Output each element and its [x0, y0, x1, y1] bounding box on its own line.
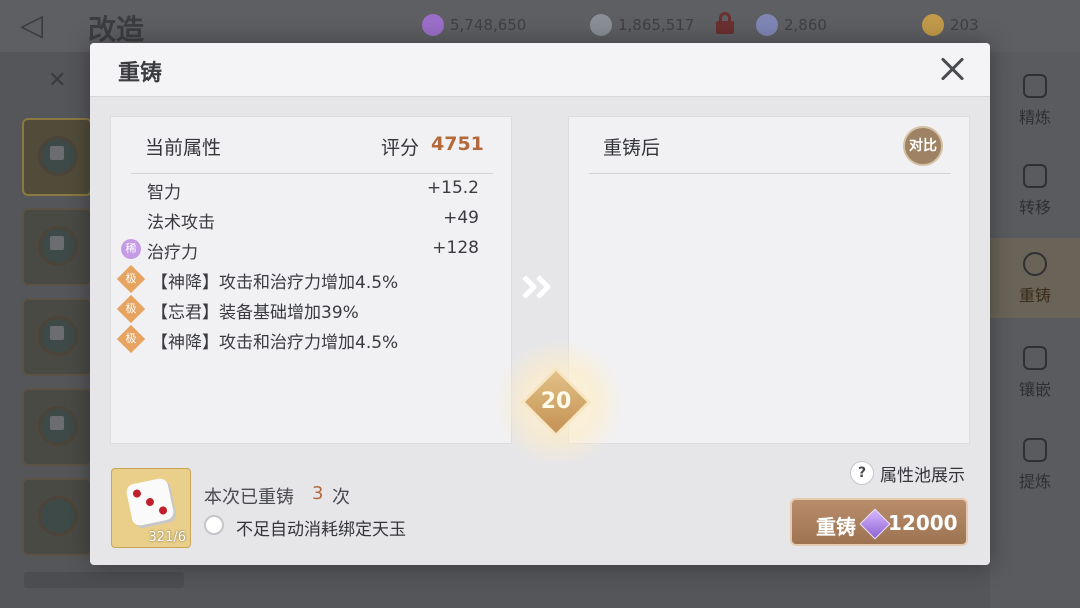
resource-value: 203 [950, 16, 979, 34]
dice-item[interactable]: 321/6 [111, 468, 191, 548]
level-number: 20 [540, 389, 572, 414]
special-attribute-row: 极 【忘君】装备基础增加39% [111, 294, 513, 324]
lock-icon [50, 236, 64, 250]
current-attributes-panel: 当前属性 评分 4751 智力 +15.2 法术攻击 +49 稀 治疗力 +12… [110, 116, 512, 444]
equipment-icon [38, 496, 78, 536]
attribute-row: 稀 治疗力 +128 [111, 234, 513, 264]
gem-icon [756, 14, 778, 36]
resource-value: 2,860 [784, 16, 827, 34]
tab-transfer[interactable]: 转移 [990, 150, 1080, 230]
page-title: 改造 [88, 13, 145, 46]
lock-icon [50, 326, 64, 340]
attribute-value: +49 [443, 208, 479, 228]
refine-icon [1023, 74, 1047, 98]
reforge-cost: 12000 [888, 511, 958, 535]
after-reforge-panel: 重铸后 对比 [568, 116, 970, 444]
tab-label: 转移 [1018, 198, 1051, 217]
tab-label: 提炼 [1018, 472, 1051, 491]
silver-coin-icon [590, 14, 612, 36]
tab-reforge[interactable]: 重铸 [990, 238, 1080, 318]
tab-label: 镶嵌 [1018, 380, 1051, 399]
transfer-icon [1023, 164, 1047, 188]
equipment-slot[interactable] [22, 208, 92, 286]
extract-icon [1023, 438, 1047, 462]
side-tab-bar: 精炼 转移 重铸 镶嵌 提炼 [990, 52, 1080, 608]
tab-label: 重铸 [1018, 286, 1051, 305]
attribute-row: 智力 +15.2 [111, 174, 513, 204]
dice-count: 321/6 [148, 530, 186, 545]
gold-coin-icon [922, 14, 944, 36]
reforge-count: 3 [312, 483, 324, 504]
special-attribute-text: 【神降】攻击和治疗力增加4.5% [151, 333, 399, 353]
lock-icon [50, 416, 64, 430]
lock-icon [50, 146, 64, 160]
attribute-pool-link[interactable]: 属性池展示 [880, 461, 965, 486]
jade-currency-icon [859, 508, 891, 540]
inlay-icon [1023, 346, 1047, 370]
close-icon[interactable] [938, 55, 966, 83]
back-icon[interactable]: ◁ [20, 10, 64, 42]
badge-text: 极 [125, 332, 137, 345]
reforge-dialog: 重铸 当前属性 评分 4751 智力 +15.2 法术攻击 +49 稀 治疗力 … [90, 43, 990, 565]
dice-icon [125, 477, 175, 527]
resource-value: 1,865,517 [618, 16, 695, 34]
badge-text: 极 [125, 302, 137, 315]
special-attribute-row: 极 【神降】攻击和治疗力增加4.5% [111, 264, 513, 294]
reforge-icon [1023, 252, 1047, 276]
divider [589, 173, 951, 174]
reforge-button[interactable]: 重铸 12000 [790, 498, 968, 546]
reforge-button-label: 重铸 [816, 515, 856, 539]
tab-label: 精炼 [1018, 108, 1051, 127]
attribute-row: 法术攻击 +49 [111, 204, 513, 234]
reforge-count-unit: 次 [332, 487, 350, 508]
help-icon[interactable]: ? [850, 461, 874, 485]
extreme-badge-icon: 极 [116, 294, 146, 324]
tab-extract[interactable]: 提炼 [990, 424, 1080, 504]
reforge-count-label: 本次已重铸 [204, 487, 294, 508]
panel-title: 当前属性 [145, 137, 222, 159]
resource-gold: 203 [922, 14, 979, 36]
auto-consume-label[interactable]: 不足自动消耗绑定天玉 [236, 515, 406, 540]
equipment-slot[interactable] [22, 478, 92, 556]
compare-button[interactable]: 对比 [903, 126, 943, 166]
auto-consume-checkbox[interactable] [204, 515, 224, 535]
extreme-badge-icon: 极 [116, 264, 146, 294]
panel-title: 重铸后 [603, 137, 661, 159]
attribute-name: 法术攻击 [147, 213, 215, 233]
special-attribute-text: 【忘君】装备基础增加39% [151, 303, 359, 323]
special-attribute-row: 极 【神降】攻击和治疗力增加4.5% [111, 324, 513, 354]
lock-icon [716, 12, 734, 34]
score-label: 评分 [381, 137, 420, 159]
attribute-name: 智力 [147, 183, 181, 203]
close-icon[interactable]: ✕ [48, 68, 66, 93]
attribute-value: +15.2 [426, 178, 479, 198]
crystal-icon [422, 14, 444, 36]
attribute-name: 治疗力 [147, 243, 198, 263]
tab-refine[interactable]: 精炼 [990, 60, 1080, 140]
extreme-badge-icon: 极 [116, 324, 146, 354]
resource-gem: 2,860 [756, 14, 827, 36]
badge-text: 极 [125, 272, 137, 285]
double-chevron-right-icon [522, 275, 551, 299]
resource-silver: 1,865,517 [590, 14, 694, 36]
dialog-title: 重铸 [118, 61, 163, 86]
tab-inlay[interactable]: 镶嵌 [990, 332, 1080, 412]
resource-crystal: 5,748,650 [422, 14, 526, 36]
score-value: 4751 [431, 133, 484, 155]
dialog-header: 重铸 [90, 43, 990, 97]
equipment-slot[interactable] [22, 388, 92, 466]
attribute-value: +128 [432, 238, 479, 258]
equipment-slot[interactable] [22, 298, 92, 376]
equipment-slot[interactable] [22, 118, 92, 196]
resource-value: 5,748,650 [450, 16, 527, 34]
bottom-strip [24, 572, 184, 588]
rare-badge-icon: 稀 [121, 239, 141, 259]
special-attribute-text: 【神降】攻击和治疗力增加4.5% [151, 273, 399, 293]
